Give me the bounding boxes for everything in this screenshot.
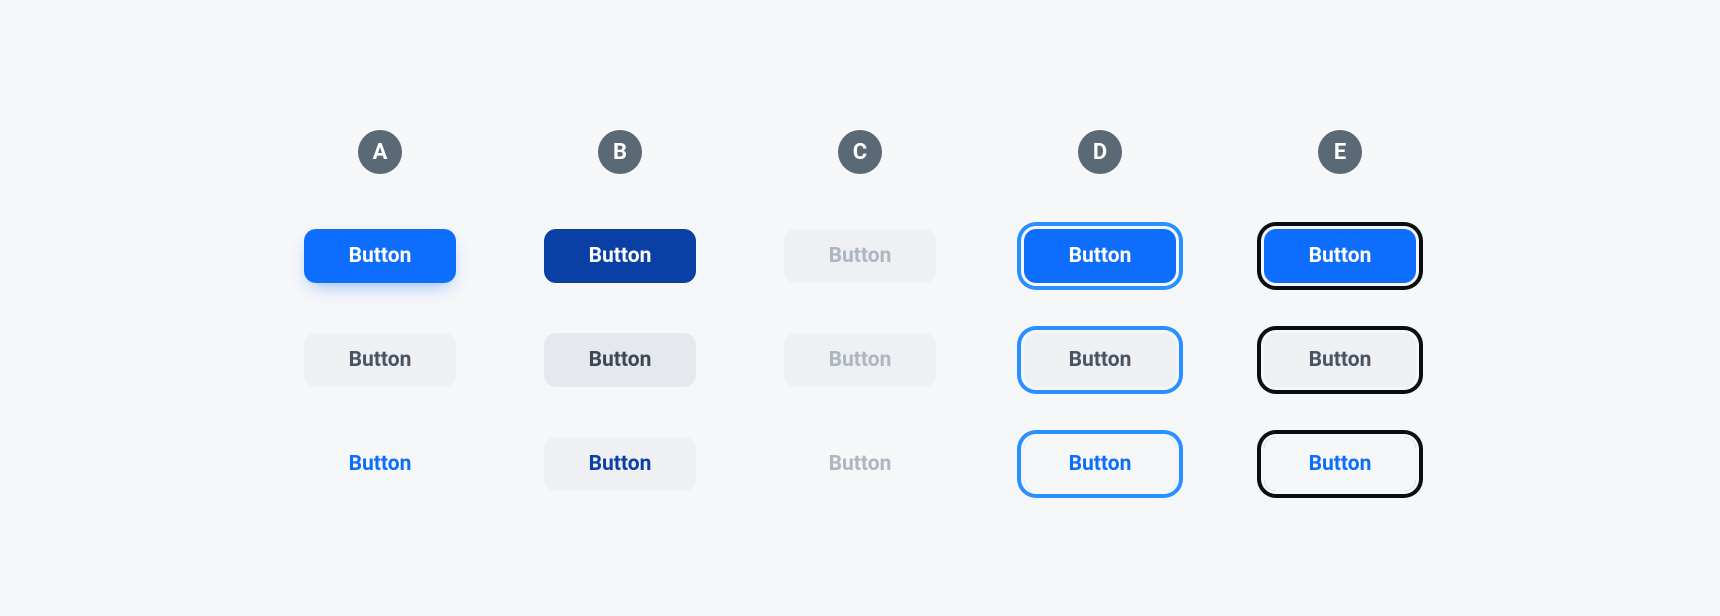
primary-button-focus-black[interactable]: Button [1264,229,1416,283]
tertiary-button-disabled: Button [784,437,936,491]
button-label: Button [829,348,892,372]
button-label: Button [589,244,652,268]
secondary-button-focus-brand[interactable]: Button [1024,333,1176,387]
button-label: Button [349,348,412,372]
primary-button-active[interactable]: Button [544,229,696,283]
button-label: Button [829,244,892,268]
column-header-e: E [1318,130,1362,174]
button-label: Button [349,452,412,476]
column-header-label: B [613,140,627,165]
primary-button-focus-brand[interactable]: Button [1024,229,1176,283]
button-label: Button [1309,348,1372,372]
tertiary-button-default[interactable]: Button [304,437,456,491]
column-header-label: E [1334,140,1346,165]
column-header-a: A [358,130,402,174]
column-header-label: A [373,140,388,165]
button-label: Button [1069,348,1132,372]
column-header-label: D [1093,140,1107,165]
secondary-button-default[interactable]: Button [304,333,456,387]
button-label: Button [829,452,892,476]
button-label: Button [589,452,652,476]
button-states-grid: A B C D E Button Button Button Button Bu… [290,122,1430,494]
button-label: Button [349,244,412,268]
button-label: Button [1309,244,1372,268]
button-label: Button [1069,244,1132,268]
button-label: Button [1309,452,1372,476]
tertiary-button-focus-black[interactable]: Button [1264,437,1416,491]
column-header-label: C [853,140,867,165]
tertiary-button-active[interactable]: Button [544,437,696,491]
button-label: Button [589,348,652,372]
tertiary-button-focus-brand[interactable]: Button [1024,437,1176,491]
secondary-button-focus-black[interactable]: Button [1264,333,1416,387]
secondary-button-disabled: Button [784,333,936,387]
column-header-d: D [1078,130,1122,174]
column-header-b: B [598,130,642,174]
primary-button-disabled: Button [784,229,936,283]
secondary-button-active[interactable]: Button [544,333,696,387]
button-label: Button [1069,452,1132,476]
column-header-c: C [838,130,882,174]
primary-button-default[interactable]: Button [304,229,456,283]
